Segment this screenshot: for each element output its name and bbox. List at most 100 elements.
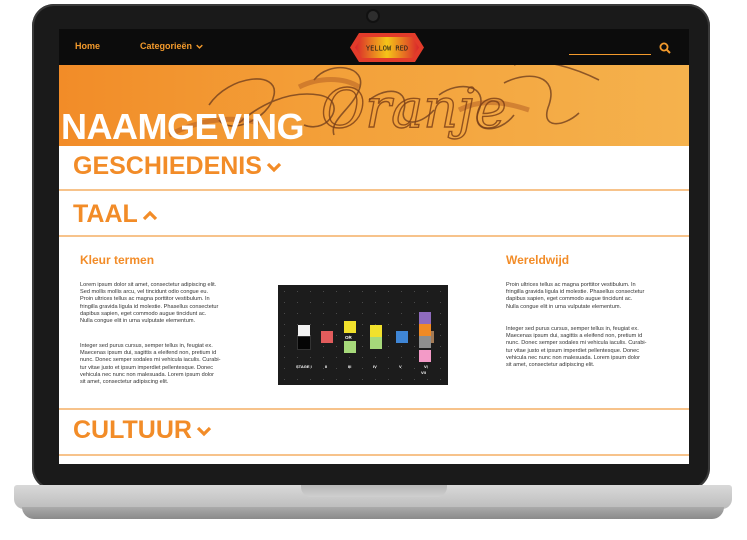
chevron-down-icon — [196, 426, 212, 437]
grid-dot — [427, 302, 428, 303]
grid-dot — [401, 291, 402, 292]
hero-script-word: Oranje — [321, 77, 507, 140]
swatch-blue — [396, 331, 408, 343]
grid-dot — [349, 379, 350, 380]
grid-dot — [323, 357, 324, 358]
grid-dot — [401, 313, 402, 314]
grid-dot — [310, 302, 311, 303]
grid-dot — [401, 302, 402, 303]
grid-dot — [297, 357, 298, 358]
grid-dot — [362, 324, 363, 325]
top-nav: Home Categorieën YELLOW RED — [59, 29, 689, 65]
grid-dot — [336, 379, 337, 380]
webcam — [368, 11, 378, 21]
swatch-grey — [419, 336, 431, 348]
grid-dot — [388, 291, 389, 292]
kleur-termen-paragraph-2: Integer sed purus cursus, semper tellus … — [80, 343, 221, 386]
grid-dot — [336, 324, 337, 325]
grid-dot — [362, 346, 363, 347]
stage-label: III — [348, 364, 352, 369]
grid-dot — [440, 368, 441, 369]
search-input[interactable] — [569, 54, 651, 55]
kleur-termen-paragraph-1: Lorem ipsum dolor sit amet, consectetur … — [80, 282, 219, 325]
grid-dot — [362, 313, 363, 314]
grid-dot — [323, 379, 324, 380]
grid-dot — [388, 357, 389, 358]
kleur-termen-heading: Kleur termen — [80, 253, 155, 267]
swatch-white — [298, 325, 310, 337]
section-geschiedenis[interactable]: GESCHIEDENIS — [73, 154, 282, 179]
grid-dot — [440, 346, 441, 347]
grid-dot — [323, 346, 324, 347]
section-cultuur[interactable]: CULTUUR — [73, 418, 212, 443]
section-taal[interactable]: TAAL — [73, 202, 158, 227]
nav-categories-label: Categorieën — [140, 41, 193, 51]
grid-dot — [349, 357, 350, 358]
swatch-red — [321, 331, 333, 343]
grid-dot — [440, 302, 441, 303]
grid-dot — [297, 379, 298, 380]
grid-dot — [414, 335, 415, 336]
chevron-down-icon — [195, 44, 203, 49]
grid-dot — [414, 346, 415, 347]
grid-dot — [284, 291, 285, 292]
grid-dot — [310, 291, 311, 292]
grid-dot — [336, 291, 337, 292]
swatch-pink — [419, 350, 431, 362]
divider — [59, 189, 689, 191]
grid-dot — [401, 324, 402, 325]
swatch-yellow — [370, 325, 382, 337]
grid-dot — [414, 357, 415, 358]
grid-dot — [323, 302, 324, 303]
grid-dot — [375, 313, 376, 314]
grid-dot — [427, 291, 428, 292]
grid-dot — [297, 302, 298, 303]
laptop-base-bottom — [22, 507, 724, 519]
logo-text: YELLOW RED — [366, 45, 408, 53]
grid-dot — [362, 357, 363, 358]
grid-dot — [440, 324, 441, 325]
stage-label: II — [325, 364, 328, 369]
grid-dot — [336, 335, 337, 336]
site-logo[interactable]: YELLOW RED — [349, 31, 425, 64]
grid-dot — [284, 313, 285, 314]
grid-dot — [375, 379, 376, 380]
grid-dot — [388, 324, 389, 325]
grid-dot — [336, 346, 337, 347]
grid-dot — [440, 357, 441, 358]
stage-label: IV — [373, 364, 377, 369]
divider — [59, 235, 689, 237]
grid-dot — [414, 324, 415, 325]
grid-dot — [401, 379, 402, 380]
grid-dot — [414, 291, 415, 292]
nav-categories-link[interactable]: Categorieën — [140, 41, 203, 51]
grid-dot — [323, 291, 324, 292]
grid-dot — [336, 368, 337, 369]
color-stages-image: OR STAGE I II III IV V VI VII — [278, 285, 448, 385]
grid-dot — [310, 357, 311, 358]
stage-label: VI — [424, 364, 428, 369]
grid-dot — [310, 324, 311, 325]
grid-dot — [362, 302, 363, 303]
grid-dot — [284, 335, 285, 336]
grid-dot — [336, 302, 337, 303]
grid-dot — [323, 368, 324, 369]
search-icon[interactable] — [659, 42, 671, 54]
grid-dot — [310, 346, 311, 347]
grid-dot — [336, 313, 337, 314]
grid-dot — [310, 313, 311, 314]
grid-dot — [388, 335, 389, 336]
nav-home-link[interactable]: Home — [75, 41, 100, 51]
grid-dot — [362, 368, 363, 369]
grid-dot — [440, 335, 441, 336]
swatch-yellow — [344, 321, 356, 333]
grid-dot — [375, 291, 376, 292]
stage-label: STAGE I — [296, 364, 312, 369]
grid-dot — [284, 379, 285, 380]
grid-dot — [297, 313, 298, 314]
screen: Home Categorieën YELLOW RED Oranje NAAMG… — [59, 29, 689, 464]
grid-dot — [388, 368, 389, 369]
section-taal-label: TAAL — [73, 200, 138, 228]
swatch-black — [297, 336, 311, 350]
grid-dot — [349, 313, 350, 314]
